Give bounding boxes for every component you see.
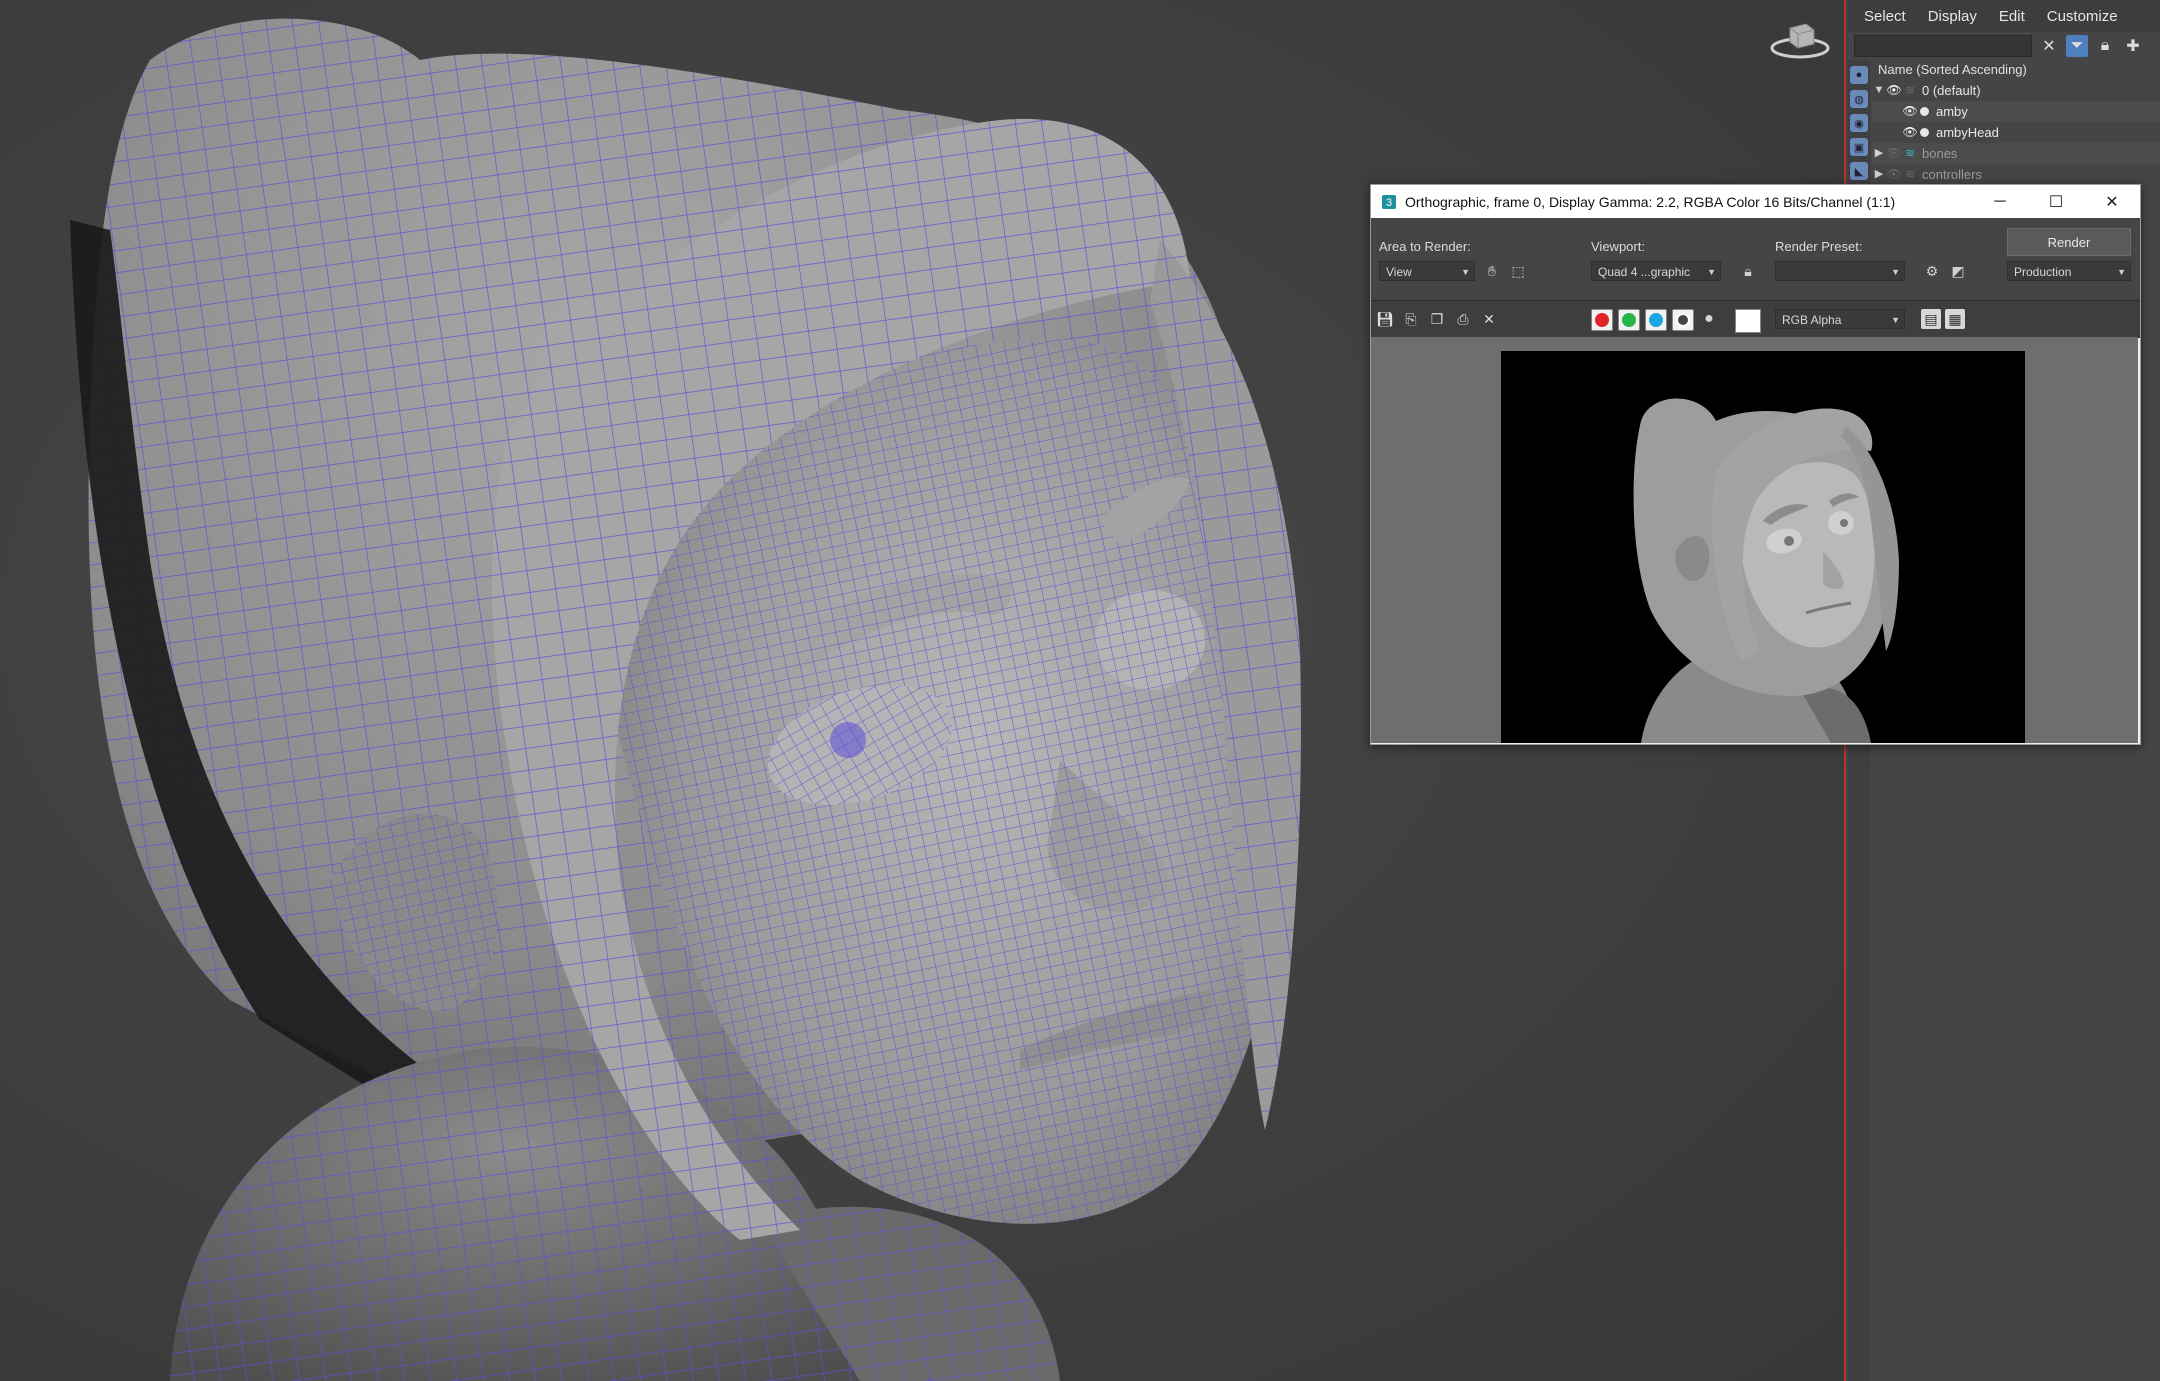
object-sphere-icon [1918,127,1930,139]
tree-row-layer-controllers[interactable]: ▶ 👁︎ ≋ controllers [1872,164,2160,185]
render-options-bar: Area to Render: View ▼ ✋︎ ⬚ Viewport: Qu… [1371,218,2140,300]
auto-region-icon[interactable]: ⬚ [1507,260,1529,282]
area-to-render-dropdown[interactable]: View ▼ [1379,261,1475,281]
tree-row-layer-default[interactable]: ▼ 👁︎ ≋ 0 (default) [1872,80,2160,101]
rendered-image [1501,351,2025,743]
expand-triangle-icon[interactable]: ▼ [1872,80,1886,101]
maximize-icon[interactable]: ☐ [2028,185,2084,218]
display-channel-value: RGB Alpha [1782,313,1842,327]
area-to-render-value: View [1386,265,1412,279]
save-image-icon[interactable]: 💾︎ [1375,309,1395,329]
alpha-channel-toggle[interactable] [1672,309,1694,331]
tree-row-label: controllers [1922,167,1982,182]
display-channel-dropdown[interactable]: RGB Alpha ▼ [1775,309,1905,329]
chevron-down-icon: ▼ [2117,267,2126,277]
close-icon[interactable]: ✕ [2084,185,2140,218]
explorer-menubar: Select Display Edit Customize [1848,0,2160,32]
explorer-toolbar: ✕ ⏷ 🔒︎ ✚ [1848,32,2160,60]
render-preset-dropdown[interactable]: ▼ [1775,261,1905,281]
viewport-label: Viewport: [1591,239,1645,254]
viewport-dropdown[interactable]: Quad 4 ...graphic ▼ [1591,261,1721,281]
tree-row-ambyhead[interactable]: 👁︎ ambyHead [1872,122,2160,143]
toggle-ui-overlay-icon[interactable]: ▤ [1921,309,1941,329]
clear-image-icon[interactable]: ✕ [1479,309,1499,329]
menu-select[interactable]: Select [1864,8,1906,25]
tree-row-label: bones [1922,146,1958,161]
copy-image-icon[interactable]: ⎘ [1401,309,1421,329]
add-layer-icon[interactable]: ✚ [2122,35,2144,57]
render-canvas[interactable] [1371,337,2138,743]
render-frame-toolbar: 💾︎ ⎘ ❐ ⎙ ✕ ● RGB Alpha ▼ ▤ ▦ [1371,300,2140,338]
collapse-triangle-icon[interactable]: ▶ [1872,143,1886,164]
green-channel-toggle[interactable] [1618,309,1640,331]
print-image-icon[interactable]: ⎙ [1453,309,1473,329]
minimize-icon[interactable]: ─ [1972,185,2028,218]
render-preset-label: Render Preset: [1775,239,1863,254]
render-button[interactable]: Render [2007,228,2131,256]
production-dropdown[interactable]: Production ▼ [2007,261,2131,281]
3dsmax-app-icon: 3 [1381,194,1397,210]
environment-effects-icon[interactable]: ◩ [1947,260,1969,282]
area-to-render-label: Area to Render: [1379,239,1471,254]
menu-display[interactable]: Display [1928,8,1977,25]
display-helpers-icon[interactable]: ◣ [1850,162,1868,180]
lock-icon[interactable]: 🔒︎ [2094,35,2116,57]
rendered-character-image [1633,398,1899,743]
object-sphere-icon [1918,106,1930,118]
viewcube-icon[interactable] [1768,18,1832,64]
display-geometry-icon[interactable]: ◍ [1850,90,1868,108]
red-channel-toggle[interactable] [1591,309,1613,331]
layer-stack-icon: ≋ [1904,167,1916,181]
display-lights-icon[interactable]: ◉ [1850,114,1868,132]
collapse-triangle-icon[interactable]: ▶ [1872,164,1886,185]
toggle-ui-icon[interactable]: ▦ [1945,309,1965,329]
visibility-eye-icon[interactable]: 👁︎ [1886,164,1902,185]
tree-row-label: 0 (default) [1922,83,1981,98]
blue-channel-toggle[interactable] [1645,309,1667,331]
lock-viewport-icon[interactable]: 🔒︎ [1737,260,1759,282]
filter-icon[interactable]: ⏷ [2066,35,2088,57]
menu-customize[interactable]: Customize [2047,8,2118,25]
explorer-tree: Name (Sorted Ascending) ▼ 👁︎ ≋ 0 (defaul… [1872,60,2160,185]
tree-row-label: ambyHead [1936,125,1999,140]
layer-stack-icon: ≋ [1904,83,1916,97]
layer-stack-icon: ≋ [1904,146,1916,160]
visibility-eye-icon[interactable]: 👁︎ [1902,101,1918,122]
svg-text:3: 3 [1386,197,1392,209]
tree-row-label: amby [1936,104,1968,119]
visibility-eye-icon[interactable]: 👁︎ [1886,80,1902,101]
chevron-down-icon: ▼ [1707,267,1716,277]
visibility-eye-icon[interactable]: 👁︎ [1902,122,1918,143]
clone-frame-icon[interactable]: ❐ [1427,309,1447,329]
display-objects-icon[interactable]: ● [1850,66,1868,84]
monochrome-icon[interactable]: ● [1699,309,1719,329]
render-window-title: Orthographic, frame 0, Display Gamma: 2.… [1405,193,1896,210]
explorer-search-input[interactable] [1854,35,2032,57]
production-value: Production [2014,265,2072,279]
chevron-down-icon: ▼ [1461,267,1470,277]
tree-row-amby[interactable]: 👁︎ amby [1872,101,2160,122]
column-header-name[interactable]: Name (Sorted Ascending) [1872,60,2160,80]
render-setup-icon[interactable]: ⚙︎ [1921,260,1943,282]
display-cameras-icon[interactable]: ▣ [1850,138,1868,156]
visibility-eye-icon[interactable]: 👁︎ [1886,143,1902,164]
tree-row-layer-bones[interactable]: ▶ 👁︎ ≋ bones [1872,143,2160,164]
chevron-down-icon: ▼ [1891,315,1900,325]
clear-search-icon[interactable]: ✕ [2038,35,2060,57]
chevron-down-icon: ▼ [1891,267,1900,277]
swatch-color[interactable] [1735,309,1761,333]
pan-hand-icon[interactable]: ✋︎ [1481,260,1503,282]
menu-edit[interactable]: Edit [1999,8,2025,25]
viewport-value: Quad 4 ...graphic [1598,265,1691,279]
render-window-titlebar[interactable]: 3 Orthographic, frame 0, Display Gamma: … [1371,185,2140,218]
rendered-frame-window[interactable]: 3 Orthographic, frame 0, Display Gamma: … [1370,184,2141,745]
